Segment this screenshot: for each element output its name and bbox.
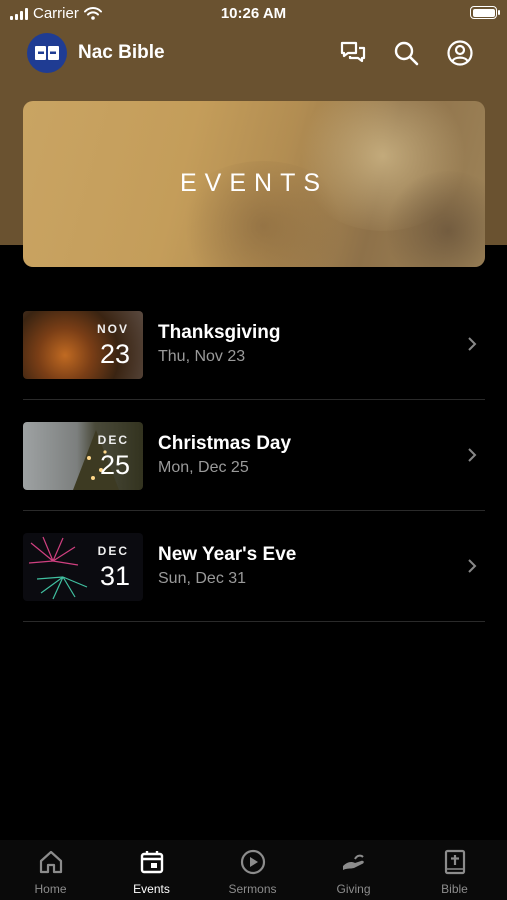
chat-icon[interactable] xyxy=(339,39,367,67)
event-day: 25 xyxy=(99,450,130,480)
app-title: Nac Bible xyxy=(78,42,165,63)
chevron-right-icon xyxy=(468,337,477,351)
event-day: 31 xyxy=(99,561,130,591)
event-month: DEC xyxy=(97,544,129,558)
tab-label: Bible xyxy=(441,882,468,896)
app-logo[interactable] xyxy=(27,33,67,73)
tab-label: Giving xyxy=(336,882,371,896)
chevron-right-icon xyxy=(468,559,477,573)
tab-home[interactable]: Home xyxy=(0,840,101,900)
event-title: Thanksgiving xyxy=(158,322,281,343)
event-row-thanksgiving[interactable]: NOV 23 Thanksgiving Thu, Nov 23 xyxy=(23,289,485,400)
giving-hand-icon xyxy=(343,854,364,870)
event-thumbnail: NOV 23 xyxy=(23,311,143,379)
status-time: 10:26 AM xyxy=(220,5,287,22)
events-list: NOV 23 Thanksgiving Thu, Nov 23 DEC 25 C… xyxy=(23,289,485,622)
event-row-new-years-eve[interactable]: DEC 31 New Year's Eve Sun, Dec 31 xyxy=(23,511,485,622)
battery-icon xyxy=(470,6,500,19)
tab-events[interactable]: Events xyxy=(101,840,202,900)
event-month: NOV xyxy=(96,322,129,336)
tab-bible[interactable]: Bible xyxy=(404,840,505,900)
status-bar: Carrier 10:26 AM xyxy=(0,0,507,28)
event-month: DEC xyxy=(97,433,129,447)
event-date: Thu, Nov 23 xyxy=(158,348,246,365)
account-icon[interactable] xyxy=(446,39,474,67)
home-icon xyxy=(39,850,63,874)
event-title: Christmas Day xyxy=(158,433,292,454)
event-date: Mon, Dec 25 xyxy=(158,459,249,476)
event-date: Sun, Dec 31 xyxy=(158,570,247,587)
event-day: 23 xyxy=(99,339,130,369)
app-header: Nac Bible xyxy=(0,30,507,76)
tab-label: Events xyxy=(133,882,170,896)
events-hero-banner: EVENTS xyxy=(23,101,485,267)
event-row-christmas[interactable]: DEC 25 Christmas Day Mon, Dec 25 xyxy=(23,400,485,511)
hero-title: EVENTS xyxy=(179,169,329,197)
tab-giving[interactable]: Giving xyxy=(303,840,404,900)
event-thumbnail: DEC 31 xyxy=(23,533,143,601)
bible-icon xyxy=(444,849,466,875)
tab-label: Sermons xyxy=(228,882,277,896)
event-thumbnail: DEC 25 xyxy=(23,422,143,490)
search-icon[interactable] xyxy=(392,39,420,67)
tab-label: Home xyxy=(34,882,67,896)
tab-sermons[interactable]: Sermons xyxy=(202,840,303,900)
chevron-right-icon xyxy=(468,448,477,462)
logo-book-icon xyxy=(35,46,59,60)
event-title: New Year's Eve xyxy=(158,544,297,565)
bottom-tab-bar: Home Events Sermons Giving Bible xyxy=(0,840,507,900)
calendar-icon xyxy=(140,851,164,874)
play-circle-icon xyxy=(240,849,266,875)
